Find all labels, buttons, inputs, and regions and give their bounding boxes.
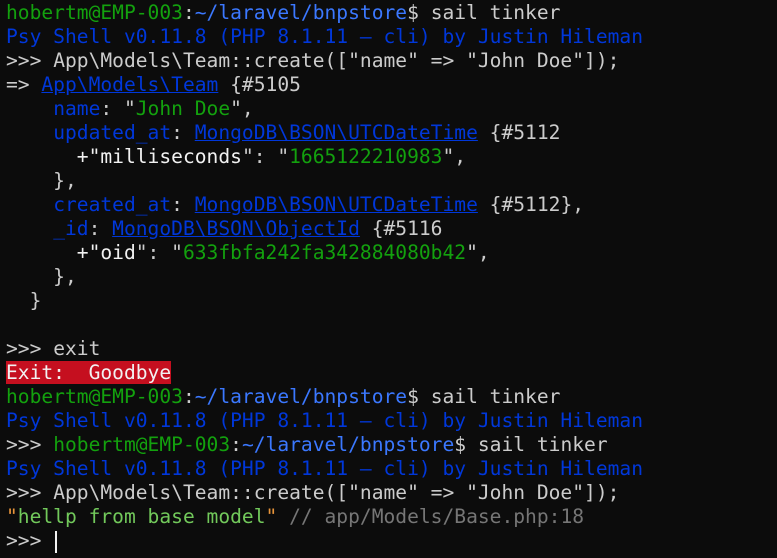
repl-prompt: >>> (6, 529, 54, 552)
prompt-dollar: $ (407, 1, 431, 24)
prop-key: created_at (53, 193, 172, 216)
class-link[interactable]: MongoDB\BSON\UTCDateTime (195, 193, 478, 216)
prop-value: John Doe (135, 97, 231, 120)
text-cursor (55, 530, 58, 553)
repl-command: App\Models\Team::create(["name" => "John… (53, 49, 620, 72)
output-string: hellp from base model (17, 505, 266, 528)
repl-command: App\Models\Team::create(["name" => "John… (53, 481, 620, 504)
object-ref: {#5116 (359, 217, 443, 240)
psysh-banner: Psy Shell v0.11.8 (PHP 8.1.11 — cli) by … (6, 457, 644, 480)
class-link[interactable]: MongoDB\BSON\UTCDateTime (195, 121, 478, 144)
close-brace: }, (6, 265, 77, 288)
result-header: => App\Models\Team {#5105 (6, 73, 777, 97)
prop-id: _id: MongoDB\BSON\ObjectId {#5116 (53, 217, 443, 240)
cwd-path: ~/laravel/bnpstore (194, 1, 408, 24)
result-class-link[interactable]: App\Models\Team (41, 73, 218, 96)
prop-key: oid (100, 241, 136, 264)
shell-prompt-line: hobertm@EMP-003:~/laravel/bnpstore$ sail… (6, 385, 777, 409)
prompt-dollar: $ (454, 433, 478, 456)
shell-prompt-line: hobertm@EMP-003:~/laravel/bnpstore$ sail… (6, 1, 777, 25)
prop-created-at: created_at: MongoDB\BSON\UTCDateTime {#5… (53, 193, 585, 216)
prop-oid: +"oid": "633fbfa242fa342884080b42", (76, 241, 490, 264)
repl-prompt: >>> (6, 481, 54, 504)
object-ref: {#5112}, (477, 193, 585, 216)
prompt-separator: : (230, 433, 242, 456)
user-host: hobertm@EMP-003 (6, 1, 183, 24)
prop-value: 1665122210983 (289, 145, 443, 168)
command-text: sail tinker (430, 1, 561, 24)
object-ref: {#5112 (477, 121, 561, 144)
psysh-banner: Psy Shell v0.11.8 (PHP 8.1.11 — cli) by … (6, 25, 644, 48)
repl-prompt: >>> (6, 433, 54, 456)
repl-input-line: >>> App\Models\Team::create(["name" => "… (6, 481, 777, 505)
prop-key: updated_at (53, 121, 172, 144)
repl-input-line: >>> App\Models\Team::create(["name" => "… (6, 49, 777, 73)
psysh-banner: Psy Shell v0.11.8 (PHP 8.1.11 — cli) by … (6, 409, 644, 432)
prop-milliseconds: +"milliseconds": "1665122210983", (76, 145, 467, 168)
repl-prompt: >>> (6, 337, 54, 360)
repl-exit-line: >>> exit (6, 337, 777, 361)
exit-message-line: Exit: Goodbye (6, 361, 777, 385)
base-model-output: "hellp from base model" // app/Models/Ba… (6, 505, 585, 528)
cwd-path: ~/laravel/bnpstore (194, 385, 408, 408)
close-brace: } (6, 289, 42, 312)
close-brace: }, (6, 169, 77, 192)
user-host: hobertm@EMP-003 (53, 433, 231, 456)
prop-key: milliseconds (100, 145, 242, 168)
repl-input-line: >>> hobertm@EMP-003:~/laravel/bnpstore$ … (6, 433, 777, 457)
prop-updated-at: updated_at: MongoDB\BSON\UTCDateTime {#5… (53, 121, 561, 144)
terminal[interactable]: hobertm@EMP-003:~/laravel/bnpstore$ sail… (0, 0, 777, 553)
cwd-path: ~/laravel/bnpstore (241, 433, 455, 456)
result-ref: {#5105 (218, 73, 301, 96)
result-arrow: => (6, 73, 42, 96)
output-comment: // app/Models/Base.php:18 (277, 505, 585, 528)
user-host: hobertm@EMP-003 (6, 385, 183, 408)
prop-key: _id (53, 217, 89, 240)
prop-value: 633fbfa242fa342884080b42 (182, 241, 467, 264)
prompt-dollar: $ (407, 385, 431, 408)
prompt-separator: : (182, 1, 195, 24)
prop-name: name: "John Doe", (53, 97, 254, 120)
exit-message: Exit: Goodbye (6, 361, 172, 384)
command-text: sail tinker (477, 433, 608, 456)
repl-command: exit (53, 337, 101, 360)
class-link[interactable]: MongoDB\BSON\ObjectId (112, 217, 360, 240)
command-text: sail tinker (430, 385, 561, 408)
prompt-separator: : (182, 385, 195, 408)
repl-prompt: >>> (6, 49, 54, 72)
prop-key: name (53, 97, 101, 120)
active-repl-line[interactable]: >>> (6, 529, 777, 553)
